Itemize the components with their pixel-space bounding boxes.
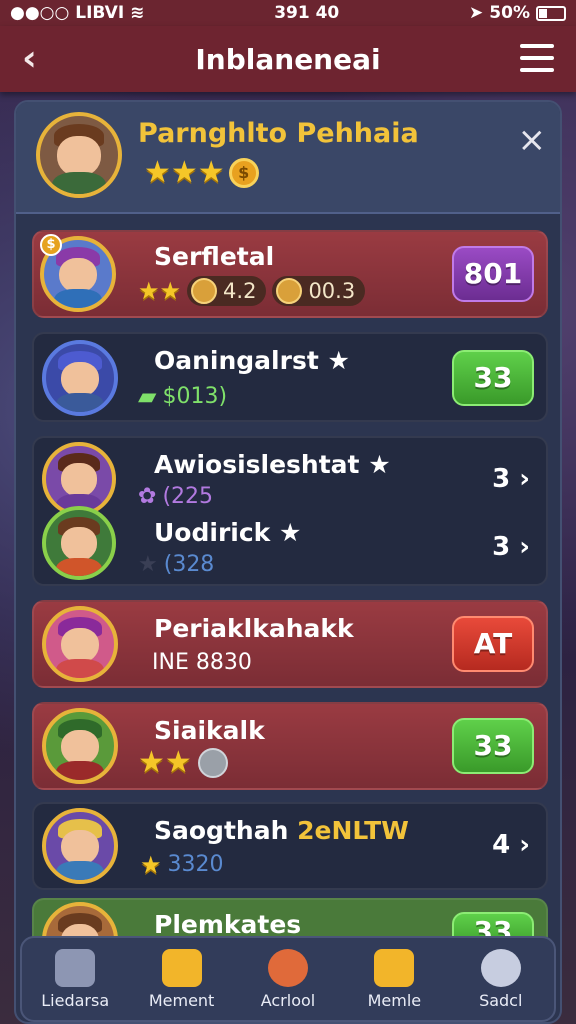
- nav-label: Memle: [367, 990, 422, 1010]
- list-item[interactable]: $ Serfletal ★★ 4.2 00.3 801: [32, 230, 548, 318]
- coin-icon: $: [228, 158, 259, 188]
- stat-pill: 00.3: [272, 276, 366, 306]
- list-item[interactable]: Saogthah 2eNLTW ★ 3320 4 ›: [32, 802, 548, 890]
- avatar: [42, 708, 118, 784]
- row-name: Plemkates: [154, 910, 302, 939]
- nav-item-acrlool[interactable]: Acrlool: [238, 948, 338, 1010]
- nav-label: Sadcl: [479, 990, 523, 1010]
- stat-value: 4.2: [223, 279, 257, 303]
- row-chevron[interactable]: 3 ›: [492, 464, 530, 494]
- avatar: [42, 340, 118, 416]
- player-stars: ★★★ $: [144, 158, 259, 188]
- row-name: Periaklkahakk: [154, 614, 354, 643]
- list-item[interactable]: Oaningalrst ★ ▰ $013) 33: [32, 332, 548, 422]
- row-name: Saogthah 2eNLTW: [154, 816, 409, 845]
- leaderboard-panel: Parnghlto Pehhaia ★★★ $ × $ Serfletal ★★…: [14, 100, 562, 1024]
- row-name-text: Saogthah: [154, 816, 289, 845]
- avatar: [42, 606, 118, 682]
- row-value: INE 8830: [152, 650, 252, 675]
- star-icon: ★: [140, 850, 162, 879]
- score-button[interactable]: 33: [452, 350, 534, 406]
- star-rating: ★★★: [144, 155, 225, 190]
- bomb-icon: [197, 748, 228, 778]
- avatar: [42, 506, 116, 580]
- berry-icon: ✿: [138, 484, 157, 509]
- stat-pill: 4.2: [187, 276, 267, 306]
- battery-percent: 50%: [489, 3, 530, 23]
- row-value: (328: [163, 552, 215, 577]
- avatar: [42, 808, 118, 884]
- row-value: 3320: [167, 852, 224, 877]
- status-bar: ●●○○ LIBVI ≋ 391 40 ➤ 50%: [0, 0, 576, 26]
- row-value: (225: [162, 484, 214, 509]
- score-button[interactable]: 801: [452, 246, 534, 302]
- row-tag: 2eNLTW: [297, 816, 409, 845]
- nav-label: Acrlool: [260, 990, 316, 1010]
- row-name: Siaikalk: [154, 716, 265, 745]
- carrier-text: ●●○○ LIBVI: [10, 3, 125, 23]
- bottom-nav: Liedarsa Mement Acrlool Memle Sadcl: [20, 936, 556, 1022]
- score-button[interactable]: 33: [452, 718, 534, 774]
- list-group: Awiosisleshtat ★ ✿ (225 3 › Uodirick ★ ★(…: [32, 436, 548, 586]
- robot-icon: [480, 948, 521, 987]
- row-name[interactable]: Uodirick ★: [154, 518, 301, 547]
- nav-item-sadcl[interactable]: Sadcl: [451, 948, 551, 1010]
- player-name: Parnghlto Pehhaia: [138, 118, 419, 149]
- gems-icon: [267, 948, 308, 987]
- wifi-icon: ≋: [130, 3, 145, 23]
- shell-icon: [191, 278, 218, 304]
- row-name[interactable]: Awiosisleshtat ★: [154, 450, 391, 479]
- coin-icon: [276, 278, 303, 304]
- player-avatar[interactable]: [36, 112, 122, 198]
- nav-item-memle[interactable]: Memle: [344, 948, 444, 1010]
- battery-icon: [536, 5, 566, 21]
- row-name: Oaningalrst ★: [154, 346, 350, 375]
- back-button[interactable]: ‹: [22, 38, 37, 79]
- grid-icon: [374, 948, 415, 987]
- location-icon: ➤: [469, 3, 484, 23]
- nav-label: Liedarsa: [41, 990, 110, 1010]
- stat-value: 00.3: [308, 279, 356, 303]
- nav-item-leaderboard[interactable]: Liedarsa: [25, 948, 125, 1010]
- nav-label: Mement: [148, 990, 215, 1010]
- money-value: $013): [162, 383, 228, 409]
- close-button[interactable]: ×: [518, 120, 547, 160]
- clock: 391 40: [274, 3, 340, 23]
- trophy-icon: [55, 948, 96, 987]
- menu-icon[interactable]: [520, 44, 554, 72]
- gold-bars-icon: [161, 948, 202, 987]
- list-item[interactable]: Periaklkahakk INE 8830 AT: [32, 600, 548, 688]
- cash-icon: ▰: [138, 382, 157, 410]
- action-button[interactable]: AT: [452, 616, 534, 672]
- page-title: Inblaneneai: [195, 42, 381, 76]
- list-item[interactable]: Siaikalk ★★ 33: [32, 702, 548, 790]
- row-name: Serfletal: [154, 242, 275, 271]
- star-rating: ★★: [138, 277, 182, 305]
- star-rating: ★★: [138, 745, 192, 780]
- coin-badge-icon: $: [40, 234, 62, 256]
- app-header: ‹ Inblaneneai: [0, 26, 576, 92]
- avatar: [42, 442, 116, 516]
- nav-item-moment[interactable]: Mement: [132, 948, 232, 1010]
- row-chevron[interactable]: 3 ›: [492, 532, 530, 562]
- row-chevron[interactable]: 4 ›: [492, 830, 530, 860]
- star-icon: ★: [138, 552, 158, 577]
- player-header-card: Parnghlto Pehhaia ★★★ $ ×: [16, 102, 560, 214]
